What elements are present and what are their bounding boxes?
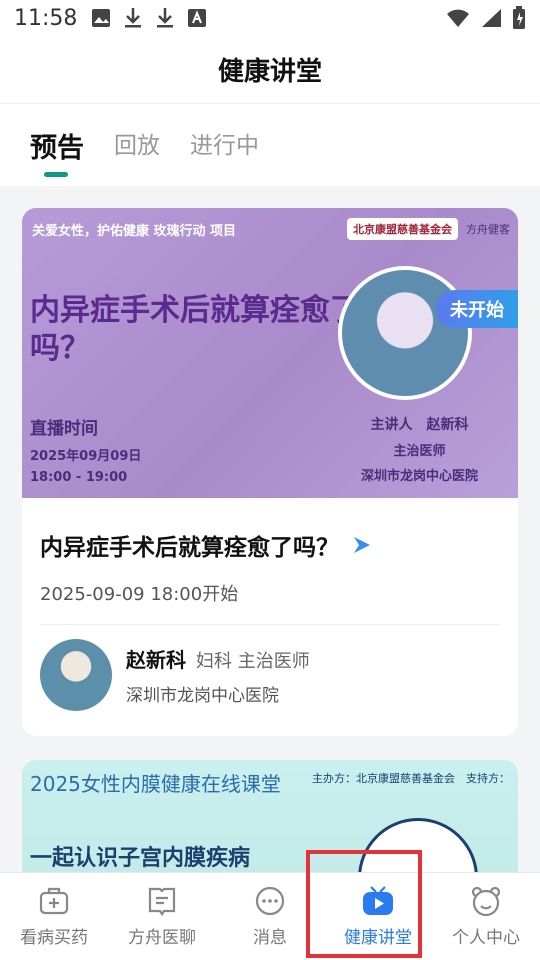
page-header: 健康讲堂 — [0, 36, 540, 104]
doctor-name: 赵新科 — [126, 648, 186, 672]
lecture-title: 内异症手术后就算痊愈了吗？ — [40, 535, 339, 561]
tab-medicine[interactable]: 看病买药 — [0, 873, 108, 960]
lecture-info: 内异症手术后就算痊愈了吗？ 2025-09-09 18:00开始 — [22, 498, 518, 606]
page-title: 健康讲堂 — [217, 57, 322, 87]
tab-doctor-chat-label: 方舟医聊 — [128, 928, 196, 948]
doctor-avatar — [40, 639, 112, 711]
banner-live-time: 直播时间 2025年09月09日 18:00 - 19:00 — [30, 414, 141, 485]
live-time: 18:00 - 19:00 — [30, 470, 128, 485]
download-icon — [157, 8, 174, 28]
banner-brand: 方舟健客 — [466, 223, 510, 236]
chevron-right-icon — [354, 537, 370, 553]
speaker-title: 主治医师 — [393, 444, 446, 459]
live-date: 2025年09月09日 — [30, 449, 142, 464]
download-icon — [125, 8, 142, 28]
highlight-box — [306, 850, 422, 958]
tab-profile-label: 个人中心 — [452, 928, 520, 948]
battery-icon — [513, 6, 525, 29]
live-label: 直播时间 — [30, 419, 98, 439]
speaker-name: 主讲人 赵新科 — [370, 417, 469, 433]
banner-speaker: 主讲人 赵新科 主治医师 深圳市龙岗中心医院 — [361, 414, 478, 484]
tab-messages-label: 消息 — [253, 928, 287, 948]
doctor-role: 妇科 主治医师 — [196, 651, 310, 672]
card2-subtitle: 一起认识子宫内膜疾病 — [30, 846, 251, 871]
doctor-hospital: 深圳市龙岗中心医院 — [126, 686, 279, 706]
tab-doctor-chat[interactable]: 方舟医聊 — [108, 873, 216, 960]
tab-preview[interactable]: 预告 — [30, 126, 84, 177]
medicine-box-icon — [39, 887, 69, 915]
banner-org-name: 北京康盟慈善基金会 — [347, 218, 458, 240]
speaker-photo — [338, 266, 472, 400]
doctor-row[interactable]: 赵新科 妇科 主治医师 深圳市龙岗中心医院 — [22, 625, 518, 711]
card2-title: 2025女性内膜健康在线课堂 — [30, 772, 281, 796]
lecture-card[interactable]: 关爱女性，护佑健康 玫瑰行动 项目 北京康盟慈善基金会 方舟健客 内异症手术后就… — [22, 208, 518, 736]
message-icon — [255, 886, 285, 916]
status-badge: 未开始 — [436, 290, 518, 328]
tab-in-progress[interactable]: 进行中 — [190, 126, 259, 160]
banner-project-text: 关爱女性，护佑健康 玫瑰行动 项目 — [32, 224, 237, 239]
status-time: 11:58 — [14, 5, 78, 31]
gallery-icon — [92, 9, 111, 27]
speaker-hospital: 深圳市龙岗中心医院 — [360, 469, 478, 484]
tab-bar: 预告 回放 进行中 — [0, 104, 540, 186]
lecture-banner[interactable]: 关爱女性，护佑健康 玫瑰行动 项目 北京康盟慈善基金会 方舟健客 内异症手术后就… — [22, 208, 518, 498]
font-icon — [188, 9, 207, 27]
banner-org: 北京康盟慈善基金会 方舟健客 — [347, 218, 510, 240]
signal-icon — [482, 9, 501, 27]
chat-book-icon — [148, 887, 176, 916]
profile-icon — [471, 886, 501, 917]
status-bar: 11:58 — [0, 0, 540, 36]
card2-org: 主办方：北京康盟慈善基金会 支持方： — [312, 772, 510, 785]
lecture-start-time: 2025-09-09 18:00开始 — [40, 584, 239, 605]
bottom-tab-bar: 看病买药 方舟医聊 消息 健康讲堂 个人中心 — [0, 872, 540, 960]
wifi-icon — [447, 9, 469, 27]
tab-medicine-label: 看病买药 — [20, 928, 88, 948]
banner-headline: 内异症手术后就算痊愈了吗？ — [30, 293, 360, 366]
tab-profile[interactable]: 个人中心 — [432, 873, 540, 960]
tab-replay[interactable]: 回放 — [114, 126, 160, 160]
